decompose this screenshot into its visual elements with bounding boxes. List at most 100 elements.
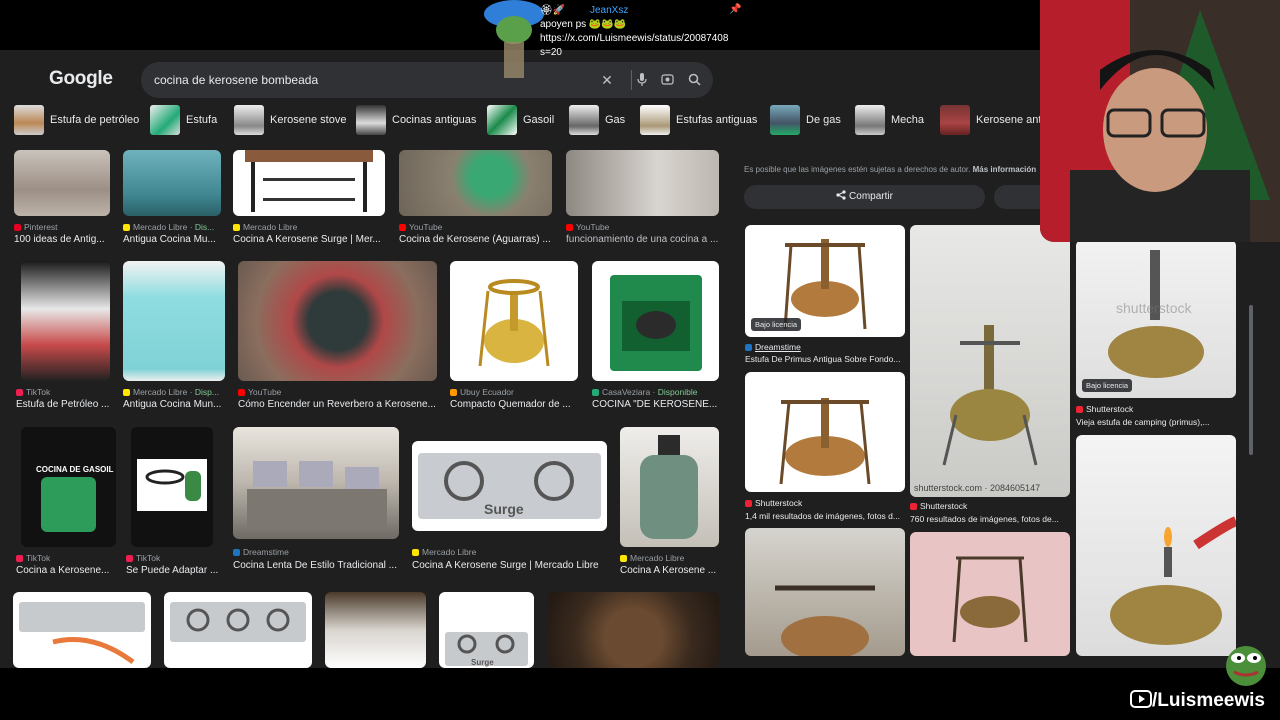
preview-result-source[interactable]: Shutterstock bbox=[1076, 404, 1236, 414]
result-image[interactable] bbox=[13, 592, 151, 668]
chip-cocinas-antiguas[interactable]: Cocinas antiguas bbox=[356, 103, 476, 137]
result-image[interactable] bbox=[238, 261, 437, 381]
result-title[interactable]: Cocina Lenta De Estilo Tradicional ... bbox=[233, 560, 399, 571]
result-card[interactable]: YouTube funcionamiento de una cocina a .… bbox=[566, 150, 719, 250]
result-image[interactable] bbox=[548, 592, 719, 668]
result-source[interactable]: Dreamstime bbox=[233, 547, 399, 557]
google-logo[interactable]: Google bbox=[49, 68, 113, 90]
result-image[interactable] bbox=[164, 592, 312, 668]
result-title[interactable]: funcionamiento de una cocina a ... bbox=[566, 234, 719, 245]
result-title[interactable]: Cómo Encender un Reverbero a Kerosene... bbox=[238, 399, 437, 410]
result-title[interactable]: 100 ideas de Antig... bbox=[14, 234, 110, 245]
result-image[interactable] bbox=[123, 150, 221, 216]
search-icon[interactable] bbox=[684, 70, 704, 90]
result-source[interactable]: TikTok bbox=[16, 387, 110, 397]
preview-result-image[interactable] bbox=[745, 372, 905, 492]
result-image[interactable] bbox=[620, 427, 719, 547]
result-card[interactable] bbox=[13, 592, 151, 668]
result-card[interactable]: Surge Mercado Libre Cocina A Kerosene Su… bbox=[412, 427, 607, 577]
result-source[interactable]: Pinterest bbox=[14, 222, 110, 232]
chip-estufa[interactable]: Estufa bbox=[150, 103, 217, 137]
result-image[interactable]: COCINA DE GASOIL bbox=[21, 427, 116, 547]
result-source[interactable]: Mercado Libre bbox=[620, 553, 719, 563]
result-title[interactable]: Cocina A Kerosene Surge | Mer... bbox=[233, 234, 385, 245]
preview-result-image[interactable] bbox=[745, 528, 905, 656]
preview-result-image[interactable]: Bajo licencia bbox=[745, 225, 905, 337]
chip-kerosene-stove[interactable]: Kerosene stove bbox=[234, 103, 346, 137]
search-input[interactable]: cocina de kerosene bombeada bbox=[154, 73, 318, 87]
result-card[interactable]: CasaVeziara · Disponible COCINA "DE KERO… bbox=[592, 261, 719, 411]
preview-result-image[interactable]: shutterstock Bajo licencia bbox=[1076, 240, 1236, 398]
preview-result-source[interactable]: Dreamstime bbox=[745, 342, 905, 352]
preview-result-title[interactable]: Vieja estufa de camping (primus),... bbox=[1076, 417, 1236, 427]
result-image[interactable] bbox=[566, 150, 719, 216]
preview-result-source[interactable]: Shutterstock bbox=[745, 498, 905, 508]
result-image[interactable] bbox=[233, 150, 385, 216]
result-image[interactable] bbox=[399, 150, 552, 216]
result-source[interactable]: Ubuy Ecuador bbox=[450, 387, 578, 397]
camera-search-icon[interactable] bbox=[657, 70, 677, 90]
result-title[interactable]: Antigua Cocina Mun... bbox=[123, 399, 225, 410]
chip-de-gas[interactable]: De gas bbox=[770, 103, 841, 137]
result-card[interactable]: YouTube Cómo Encender un Reverbero a Ker… bbox=[238, 261, 437, 411]
result-title[interactable]: Cocina A Kerosene ... bbox=[620, 565, 719, 576]
result-title[interactable]: Cocina a Kerosene... bbox=[16, 565, 116, 576]
result-card[interactable] bbox=[325, 592, 426, 668]
result-source[interactable]: Mercado Libre · Dis... bbox=[123, 222, 221, 232]
result-image[interactable]: Surge bbox=[439, 592, 534, 668]
result-source[interactable]: YouTube bbox=[399, 222, 552, 232]
result-source[interactable]: CasaVeziara · Disponible bbox=[592, 387, 719, 397]
result-source[interactable]: TikTok bbox=[126, 553, 226, 563]
result-source[interactable]: YouTube bbox=[238, 387, 437, 397]
result-image[interactable] bbox=[592, 261, 719, 381]
result-card[interactable]: Surge bbox=[439, 592, 534, 668]
chip-estufas-antiguas[interactable]: Estufas antiguas bbox=[640, 103, 757, 137]
result-card[interactable]: COCINA DE GASOIL TikTok Cocina a Kerosen… bbox=[16, 427, 116, 577]
result-title[interactable]: Cocina de Kerosene (Aguarras) ... bbox=[399, 234, 552, 245]
result-card[interactable]: Ubuy Ecuador Compacto Quemador de ... bbox=[450, 261, 578, 411]
more-info-link[interactable]: Más información bbox=[973, 165, 1037, 174]
result-card[interactable] bbox=[164, 592, 312, 668]
clear-icon[interactable]: ✕ bbox=[597, 70, 617, 90]
chip-mecha[interactable]: Mecha bbox=[855, 103, 924, 137]
result-image[interactable] bbox=[233, 427, 399, 539]
microphone-icon[interactable] bbox=[631, 70, 651, 90]
result-image[interactable] bbox=[14, 150, 110, 216]
result-title[interactable]: COCINA "DE KEROSENE... bbox=[592, 399, 719, 410]
result-card[interactable] bbox=[548, 592, 719, 668]
share-button[interactable]: Compartir bbox=[744, 185, 985, 209]
preview-result-image[interactable] bbox=[1076, 435, 1236, 656]
chip-gas[interactable]: Gas bbox=[569, 103, 625, 137]
result-image[interactable] bbox=[131, 427, 213, 547]
result-image[interactable] bbox=[325, 592, 426, 668]
chip-estufa-de-petroleo[interactable]: Estufa de petróleo bbox=[14, 103, 139, 137]
result-image[interactable]: Surge bbox=[412, 441, 607, 531]
result-title[interactable]: Cocina A Kerosene Surge | Mercado Libre bbox=[412, 560, 607, 571]
result-card[interactable]: YouTube Cocina de Kerosene (Aguarras) ..… bbox=[399, 150, 552, 250]
chip-gasoil[interactable]: Gasoil bbox=[487, 103, 554, 137]
result-card[interactable]: Dreamstime Cocina Lenta De Estilo Tradic… bbox=[233, 427, 399, 577]
result-card[interactable]: Mercado Libre · Disp... Antigua Cocina M… bbox=[123, 261, 225, 411]
result-image[interactable] bbox=[450, 261, 578, 381]
result-card[interactable]: Pinterest 100 ideas de Antig... bbox=[14, 150, 110, 250]
panel-scrollbar[interactable] bbox=[1249, 305, 1253, 455]
search-box[interactable]: cocina de kerosene bombeada ✕ bbox=[141, 62, 713, 98]
result-image[interactable] bbox=[123, 261, 225, 381]
preview-result-title[interactable]: 1,4 mil resultados de imágenes, fotos d.… bbox=[745, 511, 905, 521]
result-title[interactable]: Se Puede Adaptar ... bbox=[126, 565, 226, 576]
result-title[interactable]: Compacto Quemador de ... bbox=[450, 399, 578, 410]
preview-result-title[interactable]: 760 resultados de imágenes, fotos de... bbox=[910, 514, 1070, 524]
result-card[interactable]: TikTok Se Puede Adaptar ... bbox=[126, 427, 226, 577]
result-source[interactable]: TikTok bbox=[16, 553, 116, 563]
result-image[interactable] bbox=[21, 261, 110, 381]
result-source[interactable]: Mercado Libre bbox=[412, 547, 607, 557]
result-source[interactable]: Mercado Libre bbox=[233, 222, 385, 232]
result-card[interactable]: Mercado Libre Cocina A Kerosene ... bbox=[620, 427, 719, 577]
preview-result-image[interactable]: shutterstock.com · 2084605147 bbox=[910, 225, 1070, 497]
result-card[interactable]: Mercado Libre · Dis... Antigua Cocina Mu… bbox=[123, 150, 221, 250]
result-card[interactable]: Mercado Libre Cocina A Kerosene Surge | … bbox=[233, 150, 385, 250]
result-source[interactable]: YouTube bbox=[566, 222, 719, 232]
result-title[interactable]: Antigua Cocina Mu... bbox=[123, 234, 221, 245]
result-title[interactable]: Estufa de Petróleo ... bbox=[16, 399, 110, 410]
preview-result-title[interactable]: Estufa De Primus Antigua Sobre Fondo... bbox=[745, 354, 905, 364]
